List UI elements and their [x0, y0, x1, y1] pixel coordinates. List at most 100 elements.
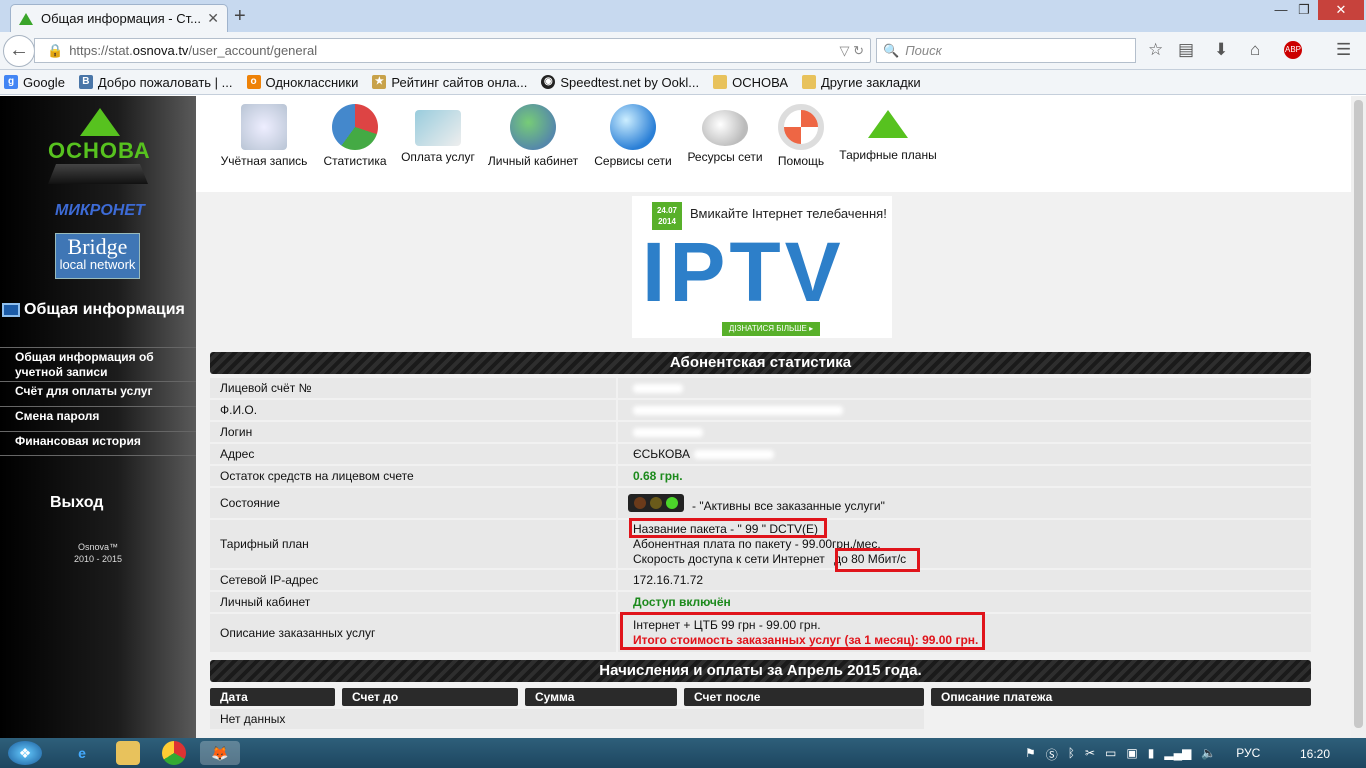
explorer-folder-icon[interactable]: [116, 741, 140, 765]
learn-more-button[interactable]: ДІЗНАТИСЯ БІЛЬШЕ ▸: [722, 322, 820, 336]
nav-statistics[interactable]: Статистика: [320, 96, 390, 168]
tools-icon[interactable]: ✂: [1085, 746, 1095, 763]
display-icon[interactable]: ▭: [1105, 746, 1116, 763]
traffic-light-icon: [628, 494, 684, 512]
signal-icon[interactable]: ▂▄▆: [1164, 746, 1191, 763]
osnova-favicon-icon: [19, 12, 33, 25]
rating-icon: ★: [372, 75, 387, 89]
reading-list-icon[interactable]: ▤: [1178, 40, 1194, 60]
sidebar-link-invoice[interactable]: Счёт для оплаты услуг: [0, 381, 196, 406]
restore-button[interactable]: ❐: [1292, 0, 1316, 20]
highlight-tariff-name: [629, 518, 827, 538]
osnova-logo-text: ОСНОВА: [48, 138, 151, 163]
url-bar[interactable]: 🔒 https://stat. osnova.tv/user_account/ge…: [34, 38, 871, 63]
back-button[interactable]: ←: [3, 35, 35, 67]
bookmark-star-icon[interactable]: ☆: [1148, 40, 1163, 60]
google-icon: g: [4, 75, 18, 89]
row-state: Состояние - "Активны все заказанные услу…: [210, 488, 1311, 518]
bookmark-folder-osnova[interactable]: ОСНОВА: [709, 75, 788, 90]
odnoklassniki-icon: о: [246, 75, 261, 89]
volume-icon[interactable]: 🔈: [1201, 746, 1216, 763]
adblock-icon[interactable]: ABP: [1284, 41, 1302, 59]
col-description: Описание платежа: [931, 688, 1311, 706]
pie-chart-icon: [332, 104, 378, 150]
taskbar: ❖ e 🦊 ⚑ Ⓢ ᛒ ✂ ▭ ▣ ▮ ▂▄▆ 🔈 РУС 16:20: [0, 738, 1366, 768]
highlight-speed: [835, 548, 920, 572]
top-navigation: Учётная запись Статистика Оплата услуг Л…: [196, 96, 1351, 192]
folder-icon: [802, 75, 816, 89]
scrollbar-thumb[interactable]: [1354, 100, 1363, 728]
battery-icon[interactable]: ▮: [1148, 746, 1155, 763]
bookmark-speedtest[interactable]: ◉ Speedtest.net by Ookl...: [537, 75, 699, 90]
section-title: Общая информация: [2, 301, 185, 319]
osnova-small-icon: [868, 110, 908, 138]
tab-title: Общая информация - Ст...: [41, 11, 201, 26]
lifebuoy-icon: [778, 104, 824, 150]
bluetooth-icon[interactable]: ᛒ: [1068, 746, 1075, 763]
navigation-toolbar: ← 🔒 https://stat. osnova.tv/user_account/…: [0, 32, 1366, 70]
sidebar-link-financial-history[interactable]: Финансовая история: [0, 431, 196, 456]
nav-account[interactable]: Учётная запись: [218, 96, 310, 168]
close-window-button[interactable]: ✕: [1318, 0, 1364, 20]
search-icon: 🔍: [883, 42, 900, 58]
payments-title: Начисления и оплаты за Апрель 2015 года.: [210, 660, 1311, 682]
row-account: Лицевой счёт №: [210, 378, 1311, 398]
bookmark-odnoklassniki[interactable]: о Одноклассники: [243, 75, 358, 90]
speedtest-icon: ◉: [541, 75, 556, 89]
col-amount: Сумма: [525, 688, 677, 706]
clock[interactable]: 16:20: [1300, 747, 1330, 761]
nav-payments[interactable]: Оплата услуг: [400, 96, 476, 164]
banner-heading: Вмикайте Інтернет телебачення!: [690, 206, 887, 221]
nav-network-services[interactable]: Сервисы сети: [592, 96, 674, 168]
users-icon: [510, 104, 556, 150]
reload-icon[interactable]: ▽ ↻: [839, 43, 864, 59]
close-tab-icon[interactable]: ✕: [207, 10, 219, 27]
home-icon[interactable]: ⌂: [1250, 40, 1260, 60]
col-date: Дата: [210, 688, 335, 706]
url-prefix: https://stat.: [69, 43, 133, 58]
main-content: Учётная запись Статистика Оплата услуг Л…: [196, 96, 1351, 738]
url-path: /user_account/general: [188, 43, 318, 58]
search-placeholder: Поиск: [905, 43, 942, 58]
col-balance-after: Счет после: [684, 688, 924, 706]
system-tray: ⚑ Ⓢ ᛒ ✂ ▭ ▣ ▮ ▂▄▆ 🔈 РУС: [1025, 746, 1260, 763]
stats-title: Абонентская статистика: [210, 352, 1311, 374]
ie-icon[interactable]: e: [70, 741, 94, 765]
network-icon[interactable]: ▣: [1126, 746, 1137, 763]
row-cabinet: Личный кабинет Доступ включён: [210, 592, 1311, 612]
row-ip: Сетевой IP-адрес 172.16.71.72: [210, 570, 1311, 590]
download-icon[interactable]: ⬇: [1214, 40, 1228, 60]
flag-icon[interactable]: ⚑: [1025, 746, 1036, 763]
nav-cabinet[interactable]: Личный кабинет: [486, 96, 580, 168]
iptv-banner[interactable]: 24.07 2014 Вмикайте Інтернет телебачення…: [632, 196, 892, 338]
iptv-logo: IPTV: [642, 225, 845, 319]
cards-icon: [415, 110, 461, 146]
nav-network-resources[interactable]: Ресурсы сети: [684, 96, 766, 164]
osnova-logo-icon: [80, 108, 120, 136]
sidebar-link-general-info[interactable]: Общая информация об учетной записи: [0, 347, 196, 381]
highlight-services: [620, 612, 985, 650]
firefox-icon[interactable]: 🦊: [200, 741, 240, 765]
bridge-logo: Bridge local network: [55, 233, 140, 279]
nav-help[interactable]: Помощь: [774, 96, 828, 168]
bookmark-vk[interactable]: B Добро пожаловать | ...: [75, 75, 233, 90]
tab-bar: Общая информация - Ст... ✕ + — ❐ ✕: [0, 0, 1366, 32]
skype-icon[interactable]: Ⓢ: [1046, 746, 1058, 763]
language-indicator[interactable]: РУС: [1236, 746, 1260, 763]
bookmark-google[interactable]: g Google: [0, 75, 65, 90]
start-button[interactable]: ❖: [8, 741, 42, 765]
bookmark-folder-other[interactable]: Другие закладки: [798, 75, 921, 90]
chrome-icon[interactable]: [162, 741, 186, 765]
new-tab-button[interactable]: +: [234, 5, 246, 28]
nav-tariff-plans[interactable]: Тарифные планы: [836, 96, 940, 162]
row-fio: Ф.И.О.: [210, 400, 1311, 420]
mouse-icon: [702, 110, 748, 146]
browser-tab[interactable]: Общая информация - Ст... ✕: [10, 4, 228, 32]
logout-link[interactable]: Выход: [50, 494, 103, 512]
sidebar-link-change-password[interactable]: Смена пароля: [0, 406, 196, 431]
bookmark-rating[interactable]: ★ Рейтинг сайтов онла...: [368, 75, 527, 90]
folder-icon: [713, 75, 728, 89]
menu-icon[interactable]: ☰: [1336, 40, 1351, 60]
logo-base: [48, 164, 148, 184]
search-bar[interactable]: 🔍 Поиск: [876, 38, 1136, 63]
